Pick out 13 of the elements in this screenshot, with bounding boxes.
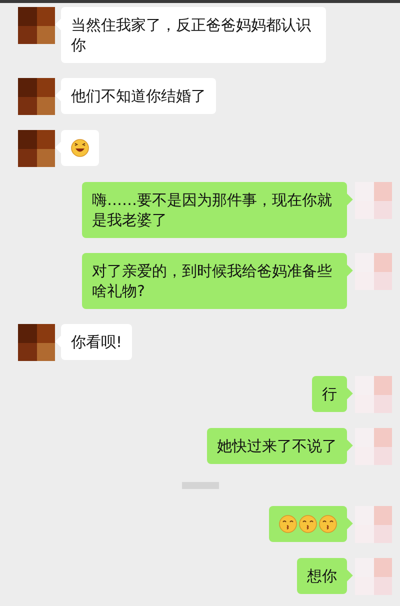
blurred-timestamp [182, 482, 218, 489]
message-bubble: 他们不知道你结婚了 [61, 78, 216, 114]
kissing-face-icon [279, 515, 297, 533]
kissing-face-icon [299, 515, 317, 533]
message-bubble: 嗨……要不是因为那件事，现在你就是我老婆了 [82, 182, 347, 238]
message-bubble: 对了亲爱的，到时候我给爸妈准备些啥礼物? [82, 253, 347, 309]
message-bubble: 行 [312, 376, 347, 412]
message-bubble: 当然住我家了，反正爸爸妈妈都认识你 [61, 7, 326, 63]
message-bubble: 想你 [297, 558, 347, 594]
kissing-face-icon [319, 515, 337, 533]
message-bubble: 你看呗! [61, 324, 132, 360]
laughing-face-icon [71, 139, 89, 157]
message-bubble: 她快过来了不说了 [207, 428, 347, 464]
